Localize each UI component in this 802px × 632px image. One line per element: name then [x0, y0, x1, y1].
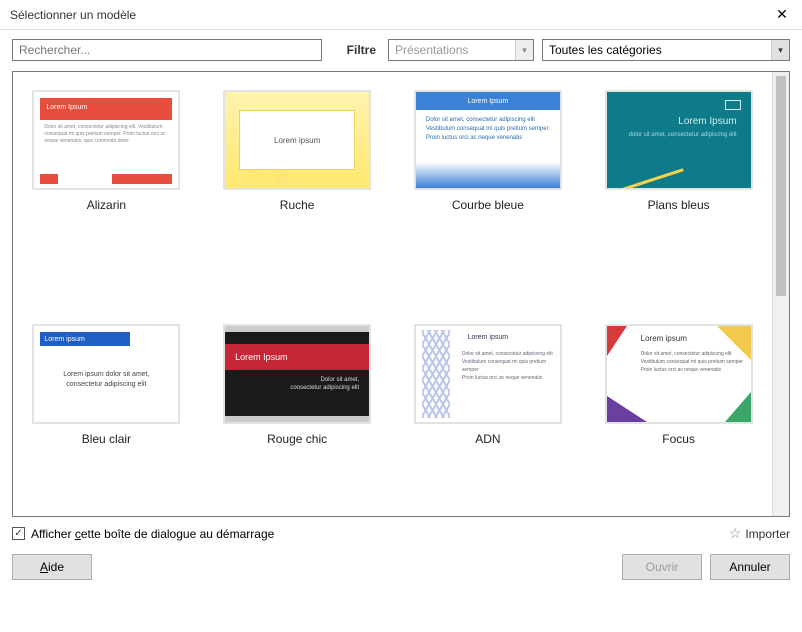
template-thumbnail: Lorem ipsum [223, 90, 371, 190]
star-icon: ☆ [729, 525, 742, 542]
template-label: Courbe bleue [452, 198, 524, 212]
category-value: Toutes les catégories [543, 43, 771, 57]
close-icon: ✕ [776, 6, 788, 23]
template-tile-plans-bleus[interactable]: Lorem Ipsum dolor sit amet, consectetur … [603, 90, 754, 264]
template-label: Rouge chic [267, 432, 327, 446]
template-label: Bleu clair [82, 432, 131, 446]
template-tile-ruche[interactable]: Lorem ipsum Ruche [222, 90, 373, 264]
category-select[interactable]: Toutes les catégories ▾ [542, 39, 790, 61]
open-button[interactable]: Ouvrir [622, 554, 702, 580]
filter-value: Présentations [389, 43, 515, 57]
template-label: ADN [475, 432, 500, 446]
template-thumbnail: Lorem ipsum Dolor sit amet, consectetur … [414, 324, 562, 424]
show-at-startup-label: Afficher cette boîte de dialogue au déma… [31, 527, 274, 541]
help-button[interactable]: Aide [12, 554, 92, 580]
template-gallery: Dolor sit amet, consectetur adipiscing e… [12, 71, 790, 517]
template-label: Alizarin [87, 198, 126, 212]
import-label: Importer [745, 527, 790, 541]
template-label: Plans bleus [648, 198, 710, 212]
close-button[interactable]: ✕ [762, 0, 802, 29]
chevron-down-icon: ▾ [771, 40, 789, 60]
filter-label: Filtre [347, 43, 376, 57]
template-thumbnail: Lorem Ipsum Dolor sit amet, consectetur … [414, 90, 562, 190]
dialog-buttons: Aide Ouvrir Annuler [0, 542, 802, 592]
scrollbar[interactable] [772, 72, 789, 516]
template-thumbnail: Lorem ipsum Lorem ipsum dolor sit amet, … [32, 324, 180, 424]
titlebar: Sélectionner un modèle ✕ [0, 0, 802, 30]
window-title: Sélectionner un modèle [10, 8, 136, 22]
template-label: Ruche [280, 198, 315, 212]
scrollbar-thumb[interactable] [776, 76, 786, 296]
template-thumbnail: Dolor sit amet, consectetur adipiscing e… [32, 90, 180, 190]
toolbar: Filtre Présentations ▾ Toutes les catégo… [0, 30, 802, 61]
template-tile-courbe-bleue[interactable]: Lorem Ipsum Dolor sit amet, consectetur … [413, 90, 564, 264]
search-input[interactable] [12, 39, 322, 61]
template-tile-focus[interactable]: Lorem ipsum Dolor sit amet, consectetur … [603, 324, 754, 498]
chevron-down-icon: ▾ [515, 40, 533, 60]
template-thumbnail: Lorem Ipsum dolor sit amet, consectetur … [605, 90, 753, 190]
template-label: Focus [662, 432, 695, 446]
show-at-startup-checkbox[interactable]: ✓ [12, 527, 25, 540]
import-button[interactable]: ☆ Importer [729, 525, 790, 542]
template-tile-bleu-clair[interactable]: Lorem ipsum Lorem ipsum dolor sit amet, … [31, 324, 182, 498]
template-tile-rouge-chic[interactable]: Lorem Ipsum Dolor sit amet, consectetur … [222, 324, 373, 498]
cancel-button[interactable]: Annuler [710, 554, 790, 580]
template-thumbnail: Lorem Ipsum Dolor sit amet, consectetur … [223, 324, 371, 424]
template-tile-adn[interactable]: Lorem ipsum Dolor sit amet, consectetur … [413, 324, 564, 498]
template-tile-alizarin[interactable]: Dolor sit amet, consectetur adipiscing e… [31, 90, 182, 264]
filter-select[interactable]: Présentations ▾ [388, 39, 534, 61]
template-thumbnail: Lorem ipsum Dolor sit amet, consectetur … [605, 324, 753, 424]
options-row: ✓ Afficher cette boîte de dialogue au dé… [0, 517, 802, 542]
